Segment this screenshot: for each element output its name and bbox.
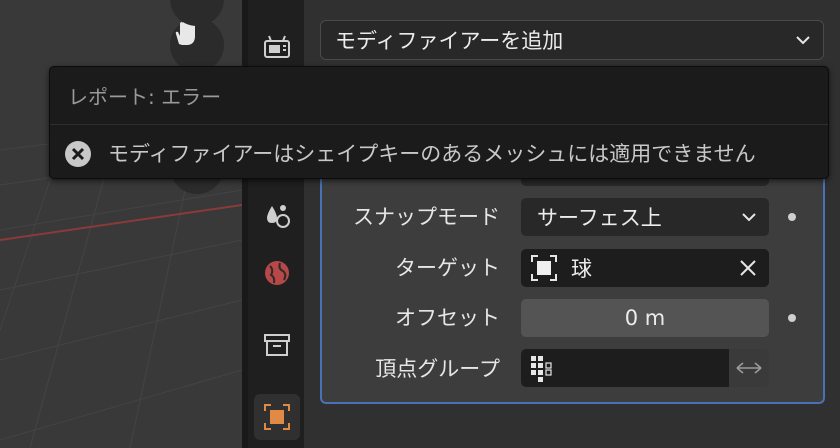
add-modifier-dropdown[interactable]: モディファイアーを追加	[320, 20, 824, 60]
physics-icon	[267, 205, 290, 228]
world-icon	[265, 261, 289, 285]
keyframe-dot[interactable]	[788, 314, 796, 322]
shrinkwrap-modifier-panel: スナップモード サーフェス上 ターゲット 球 オフセット 0 m 頂点グループ	[320, 150, 825, 404]
double-arrow-icon	[736, 362, 762, 374]
vertex-group-label: 頂点グループ	[375, 357, 500, 381]
tab-world[interactable]	[254, 250, 300, 296]
collection-icon	[264, 334, 290, 356]
target-label: ターゲット	[395, 256, 500, 280]
render-icon	[264, 35, 290, 58]
error-icon	[65, 141, 91, 167]
offset-label: オフセット	[395, 306, 500, 330]
object-icon	[264, 404, 290, 430]
snap-mode-label: スナップモード	[353, 205, 500, 229]
add-modifier-label: モディファイアーを追加	[335, 29, 564, 53]
close-icon[interactable]	[739, 259, 757, 277]
report-title: レポート: エラー	[68, 85, 222, 109]
chevron-down-icon	[742, 213, 756, 222]
chevron-down-icon	[796, 36, 810, 45]
offset-value: 0 m	[624, 306, 666, 330]
tab-object[interactable]	[254, 394, 300, 440]
offset-field[interactable]: 0 m	[521, 299, 769, 337]
snap-mode-dropdown[interactable]: サーフェス上	[521, 198, 769, 236]
vertex-group-icon	[531, 356, 552, 382]
tab-physics[interactable]	[254, 192, 300, 238]
report-message: モディファイアーはシェイプキーのあるメッシュには適用できません	[108, 142, 756, 166]
report-divider	[50, 124, 828, 125]
keyframe-dot[interactable]	[788, 213, 796, 221]
hand-tool-button[interactable]	[170, 18, 224, 72]
object-icon	[531, 255, 557, 281]
invert-toggle[interactable]	[729, 349, 769, 387]
tab-collection[interactable]	[254, 322, 300, 368]
target-value: 球	[571, 257, 592, 281]
target-field[interactable]: 球	[521, 249, 769, 287]
tab-render[interactable]	[254, 24, 300, 70]
snap-mode-value: サーフェス上	[537, 206, 662, 230]
error-report-tooltip: レポート: エラー モディファイアーはシェイプキーのあるメッシュには適用できませ…	[49, 66, 829, 179]
vertex-group-field[interactable]	[521, 349, 729, 387]
